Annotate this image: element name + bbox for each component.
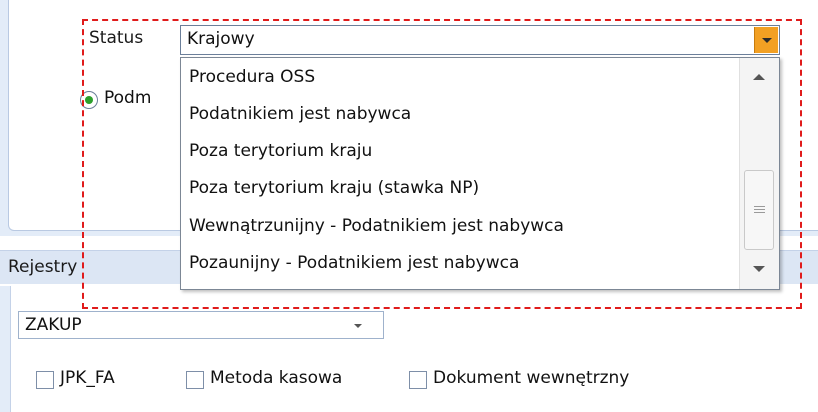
metoda-kasowa-label: Metoda kasowa: [210, 368, 343, 388]
dropdown-scrollbar[interactable]: [739, 58, 779, 289]
status-label: Status: [89, 28, 144, 48]
rejestr-combo[interactable]: ZAKUP: [18, 311, 384, 339]
chevron-down-icon: [762, 38, 772, 43]
grip-line: [754, 212, 765, 213]
grip-line: [754, 206, 765, 207]
dokument-wewnetrzny-label: Dokument wewnętrzny: [433, 368, 630, 388]
dropdown-option[interactable]: Procedura OSS: [189, 67, 315, 87]
radio-label: Podm: [104, 88, 152, 108]
scroll-down-icon[interactable]: [753, 266, 765, 272]
scrollbar-thumb[interactable]: [744, 170, 774, 250]
dokument-wewnetrzny-checkbox[interactable]: [409, 371, 427, 389]
panel-edge: [0, 286, 10, 412]
jpk-fa-checkbox[interactable]: [36, 371, 54, 389]
rejestry-section-body: [10, 286, 818, 412]
dropdown-option[interactable]: Podatnikiem jest nabywca: [189, 104, 411, 124]
grip-line: [754, 209, 765, 210]
radio-selected-dot: [85, 96, 93, 104]
dropdown-option[interactable]: Wewnątrzunijny - Podatnikiem jest nabywc…: [189, 216, 564, 236]
status-dropdown-button[interactable]: [754, 27, 778, 53]
rejestry-title: Rejestry: [8, 257, 78, 277]
scroll-up-icon[interactable]: [753, 74, 765, 80]
chevron-down-icon: [354, 324, 362, 328]
dropdown-option[interactable]: Pozaunijny - Podatnikiem jest nabywca: [189, 253, 519, 273]
dropdown-option[interactable]: Poza terytorium kraju (stawka NP): [189, 178, 479, 198]
dropdown-option[interactable]: Poza terytorium kraju: [189, 141, 372, 161]
rejestr-dropdown-button[interactable]: [349, 320, 369, 334]
status-combo[interactable]: Krajowy: [180, 25, 780, 55]
jpk-fa-label: JPK_FA: [60, 368, 115, 388]
radio-button[interactable]: [80, 91, 98, 109]
status-combo-value: Krajowy: [187, 29, 255, 49]
metoda-kasowa-checkbox[interactable]: [186, 371, 204, 389]
status-dropdown-list[interactable]: Procedura OSS Podatnikiem jest nabywca P…: [180, 57, 780, 290]
rejestr-combo-value: ZAKUP: [25, 315, 82, 335]
